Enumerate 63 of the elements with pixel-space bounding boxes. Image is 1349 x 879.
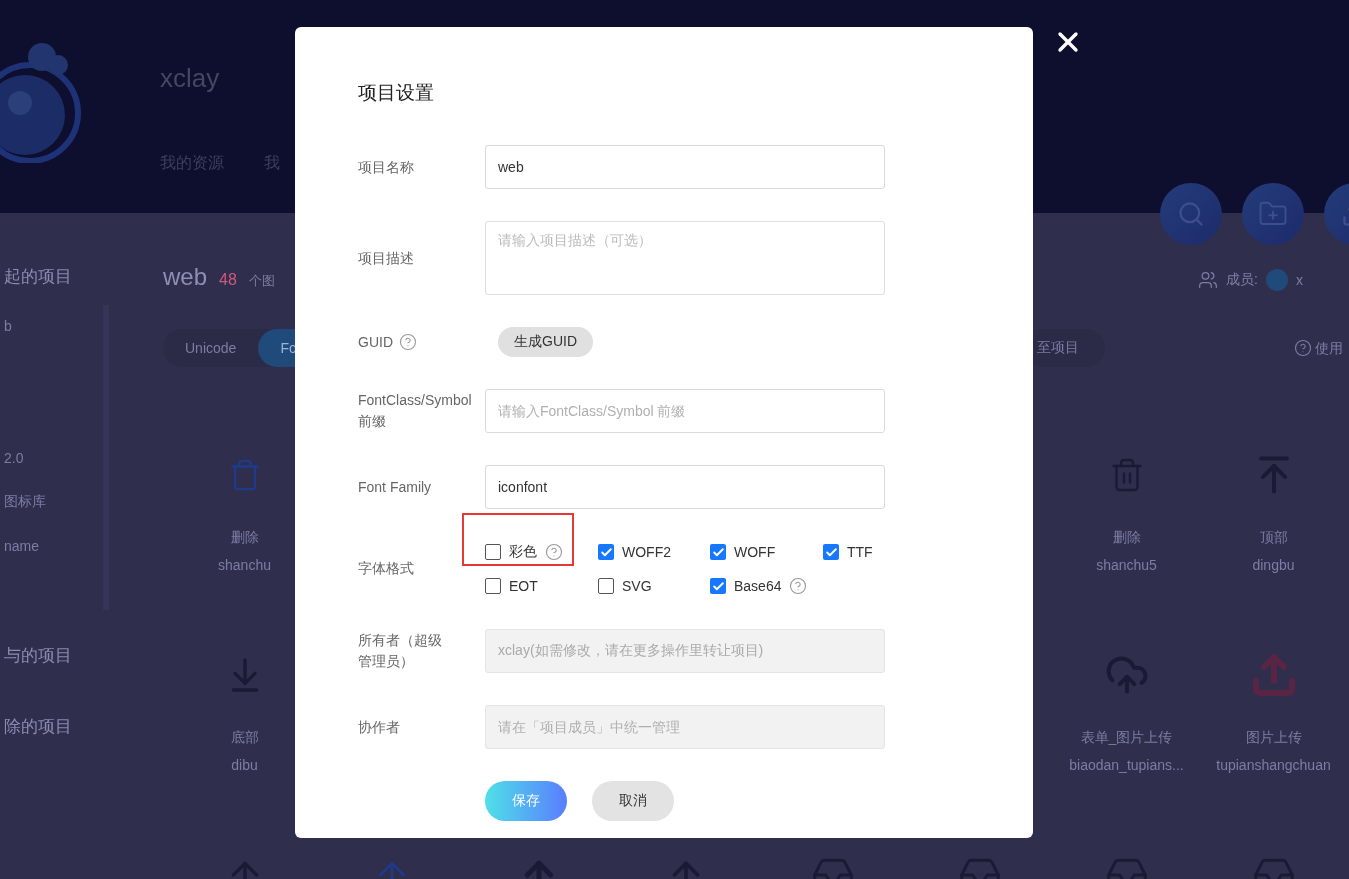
checkbox-label: TTF bbox=[847, 544, 873, 560]
icon-count: 48 bbox=[219, 271, 237, 289]
icon-code: shanchu bbox=[218, 556, 271, 575]
field-label: FontClass/Symbol 前缀 bbox=[358, 391, 472, 431]
description-field[interactable]: 请输入项目描述（可选） bbox=[485, 221, 885, 295]
icon-code: biaodan_tupians... bbox=[1069, 756, 1184, 775]
checkbox-label: Base64 bbox=[734, 578, 782, 594]
icon-name: 顶部 bbox=[1259, 528, 1288, 547]
sidebar-heading[interactable]: 起的项目 bbox=[4, 265, 125, 289]
help-icon[interactable] bbox=[1294, 339, 1312, 357]
text-field[interactable]: 请输入FontClass/Symbol 前缀 bbox=[485, 389, 885, 433]
checkbox[interactable] bbox=[710, 544, 726, 560]
checkbox-label: EOT bbox=[509, 578, 538, 594]
generate-guid-button[interactable]: 生成GUID bbox=[498, 327, 593, 357]
search-icon bbox=[1177, 200, 1205, 228]
help-icon[interactable] bbox=[545, 543, 563, 561]
checkbox-label: WOFF bbox=[734, 544, 776, 560]
checkbox[interactable] bbox=[710, 578, 726, 594]
icon-name: 底部 bbox=[230, 728, 259, 747]
checkbox[interactable] bbox=[598, 578, 614, 594]
dialog-title: 项目设置 bbox=[358, 81, 435, 105]
sidebar-item[interactable]: 2.0 bbox=[4, 446, 125, 470]
sidebar-item[interactable]: name bbox=[4, 534, 125, 558]
checkbox[interactable] bbox=[823, 544, 839, 560]
field-label: 所有者（超级管理员） bbox=[358, 631, 443, 671]
project-title: web bbox=[163, 263, 208, 291]
user-name: xclay bbox=[160, 62, 221, 95]
count-unit: 个图 bbox=[248, 272, 275, 290]
icon-name: 删除 bbox=[230, 528, 259, 547]
save-button[interactable]: 保存 bbox=[485, 781, 567, 821]
mode-tab[interactable]: Unicode bbox=[163, 329, 259, 367]
text-field[interactable]: iconfont bbox=[485, 465, 885, 509]
help-icon[interactable] bbox=[789, 577, 808, 595]
members-label: 成员: bbox=[1226, 271, 1258, 289]
icon-name: 删除 bbox=[1112, 528, 1141, 547]
field-label: 项目描述 bbox=[358, 249, 414, 268]
sidebar-heading[interactable]: 除的项目 bbox=[4, 715, 125, 739]
icon-code: dingbu bbox=[1252, 556, 1295, 575]
members-icon bbox=[1198, 270, 1218, 290]
member-name: x bbox=[1295, 272, 1303, 288]
checkbox[interactable] bbox=[485, 544, 501, 560]
sidebar-item[interactable]: b bbox=[4, 314, 125, 338]
sidebar-heading[interactable]: 与的项目 bbox=[4, 644, 125, 668]
checkbox[interactable] bbox=[485, 578, 501, 594]
field-label: 项目名称 bbox=[358, 157, 414, 177]
field-label: 协作者 bbox=[358, 717, 400, 737]
help-icon[interactable] bbox=[399, 333, 417, 351]
checkbox-label: SVG bbox=[622, 578, 652, 594]
field-label: 字体格式 bbox=[358, 559, 414, 578]
checkbox-label: 彩色 bbox=[509, 543, 537, 561]
icon-name: 图片上传 bbox=[1245, 728, 1302, 747]
icon-code: shanchu5 bbox=[1096, 556, 1157, 575]
checkbox-label: WOFF2 bbox=[622, 544, 671, 560]
checkbox[interactable] bbox=[598, 544, 614, 560]
sidebar-item[interactable]: 图标库 bbox=[4, 489, 125, 513]
cancel-button[interactable]: 取消 bbox=[592, 781, 674, 821]
icon-code: tupianshangchuan bbox=[1216, 756, 1331, 775]
icon-code: dibu bbox=[231, 756, 258, 775]
field-label: GUID bbox=[358, 332, 393, 352]
text-field[interactable]: web bbox=[485, 145, 885, 189]
field-label: Font Family bbox=[358, 477, 432, 497]
usage-help-link[interactable]: 使用 bbox=[1315, 339, 1343, 357]
icon-name: 表单_图片上传 bbox=[1080, 728, 1173, 747]
